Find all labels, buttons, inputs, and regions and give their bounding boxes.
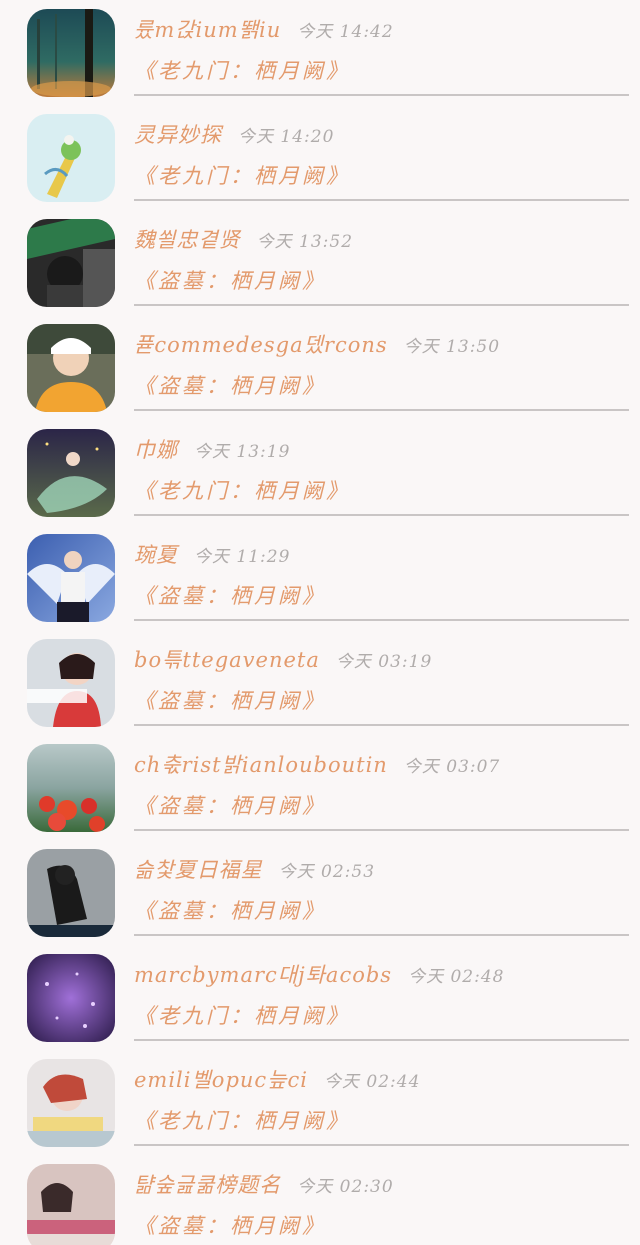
list-item[interactable]: 灵异妙探 今天 14:20 《老九门：栖月阙》: [0, 105, 640, 210]
message-header: 魏쐴忠곁贤 今天 13:52: [134, 224, 630, 258]
divider: [134, 1039, 629, 1041]
list-item[interactable]: emili벨opuc늪ci 今天 02:44 《老九门：栖月阙》: [0, 1050, 640, 1155]
message-title: 《盗墓：栖月阙》: [134, 584, 326, 608]
divider: [134, 199, 629, 201]
sender-name: 巾娜: [134, 438, 178, 462]
sender-name: 灵异妙探: [134, 123, 222, 147]
sender-name: bo튺ttegaveneta: [134, 648, 320, 672]
message-header: 퓯commedesga뎄rcons 今天 13:50: [134, 329, 630, 363]
timestamp: 今天 03:19: [335, 652, 433, 672]
sender-name: 슮찿夏日福星: [134, 858, 263, 882]
list-item[interactable]: 魏쐴忠곁贤 今天 13:52 《盗墓：栖月阙》: [0, 210, 640, 315]
divider: [134, 1144, 629, 1146]
message-title: 《盗墓：栖月阙》: [134, 374, 326, 398]
list-item[interactable]: marcbymarc대j톼acobs 今天 02:48 《老九门：栖月阙》: [0, 945, 640, 1050]
flowers-avatar[interactable]: [27, 744, 115, 832]
timestamp: 今天 03:07: [403, 757, 501, 777]
divider: [134, 94, 629, 96]
divider: [134, 619, 629, 621]
sender-name: 턂숲긆쿪榜题名: [134, 1173, 282, 1197]
message-title: 《老九门：栖月阙》: [134, 1004, 350, 1028]
message-title: 《盗墓：栖月阙》: [134, 689, 326, 713]
message-header: bo튺ttegaveneta 今天 03:19: [134, 644, 630, 678]
message-header: 륬m갅ium뙑iu 今天 14:42: [134, 14, 630, 48]
list-item[interactable]: bo튺ttegaveneta 今天 03:19 《盗墓：栖月阙》: [0, 630, 640, 735]
divider: [134, 934, 629, 936]
message-header: 슮찿夏日福星 今天 02:53: [134, 854, 630, 888]
list-item[interactable]: 슮찿夏日福星 今天 02:53 《盗墓：栖月阙》: [0, 840, 640, 945]
message-header: 琬夏 今天 11:29: [134, 539, 630, 573]
message-title: 《老九门：栖月阙》: [134, 479, 350, 503]
timestamp: 今天 14:20: [238, 127, 335, 147]
message-header: 灵异妙探 今天 14:20: [134, 119, 630, 153]
girl-pink-avatar[interactable]: [27, 1164, 115, 1245]
divider: [134, 409, 629, 411]
girl-yellow-avatar[interactable]: [27, 324, 115, 412]
timestamp: 今天 13:50: [403, 337, 501, 357]
list-item[interactable]: 琬夏 今天 11:29 《盗墓：栖月阙》: [0, 525, 640, 630]
sender-name: 琬夏: [134, 543, 178, 567]
timestamp: 今天 13:19: [194, 442, 291, 462]
message-header: 巾娜 今天 13:19: [134, 434, 630, 468]
list-item[interactable]: 턂숲긆쿪榜题名 今天 02:30 《盗墓：栖月阙》: [0, 1155, 640, 1245]
timestamp: 今天 02:48: [408, 967, 505, 987]
sender-name: ch춗rist밝ianlouboutin: [134, 753, 388, 777]
plant-avatar[interactable]: [27, 114, 115, 202]
angel-avatar[interactable]: [27, 534, 115, 622]
message-header: 턂숲긆쿪榜题名 今天 02:30: [134, 1169, 630, 1203]
list-item[interactable]: 巾娜 今天 13:19 《老九门：栖月阙》: [0, 420, 640, 525]
message-title: 《盗墓：栖月阙》: [134, 794, 326, 818]
list-item[interactable]: ch춗rist밝ianlouboutin 今天 03:07 《盗墓：栖月阙》: [0, 735, 640, 840]
divider: [134, 724, 629, 726]
timestamp: 今天 14:42: [297, 22, 394, 42]
girl-red-avatar[interactable]: [27, 639, 115, 727]
timestamp: 今天 02:53: [278, 862, 376, 882]
message-list: 륬m갅ium뙑iu 今天 14:42 《老九门：栖月阙》 灵异妙探 今天 14:20…: [0, 0, 640, 1245]
message-title: 《老九门：栖月阙》: [134, 164, 350, 188]
sender-name: emili벨opuc늪ci: [134, 1068, 308, 1092]
message-title: 《盗墓：栖月阙》: [134, 269, 326, 293]
sitting-girl-avatar[interactable]: [27, 849, 115, 937]
timestamp: 今天 02:44: [323, 1072, 421, 1092]
divider: [134, 304, 629, 306]
fairy-avatar[interactable]: [27, 429, 115, 517]
sender-name: marcbymarc대j톼acobs: [134, 963, 393, 987]
message-title: 《老九门：栖月阙》: [134, 59, 350, 83]
sender-name: 魏쐴忠곁贤: [134, 228, 241, 252]
message-header: emili벨opuc늪ci 今天 02:44: [134, 1064, 630, 1098]
timestamp: 今天 13:52: [256, 232, 354, 252]
timestamp: 今天 02:30: [297, 1177, 394, 1197]
message-title: 《盗墓：栖月阙》: [134, 1214, 326, 1238]
divider: [134, 514, 629, 516]
list-item[interactable]: 퓯commedesga뎄rcons 今天 13:50 《盗墓：栖月阙》: [0, 315, 640, 420]
purple-sparkle-avatar[interactable]: [27, 954, 115, 1042]
girl-lying-avatar[interactable]: [27, 1059, 115, 1147]
timestamp: 今天 11:29: [194, 547, 291, 567]
message-title: 《盗墓：栖月阙》: [134, 899, 326, 923]
message-header: ch춗rist밝ianlouboutin 今天 03:07: [134, 749, 630, 783]
message-header: marcbymarc대j톼acobs 今天 02:48: [134, 959, 630, 993]
dark-portrait-avatar[interactable]: [27, 219, 115, 307]
sender-name: 퓯commedesga뎄rcons: [134, 333, 388, 357]
forest-avatar[interactable]: [27, 9, 115, 97]
sender-name: 륬m갅ium뙑iu: [134, 18, 282, 42]
divider: [134, 829, 629, 831]
message-title: 《老九门：栖月阙》: [134, 1109, 350, 1133]
list-item[interactable]: 륬m갅ium뙑iu 今天 14:42 《老九门：栖月阙》: [0, 0, 640, 105]
